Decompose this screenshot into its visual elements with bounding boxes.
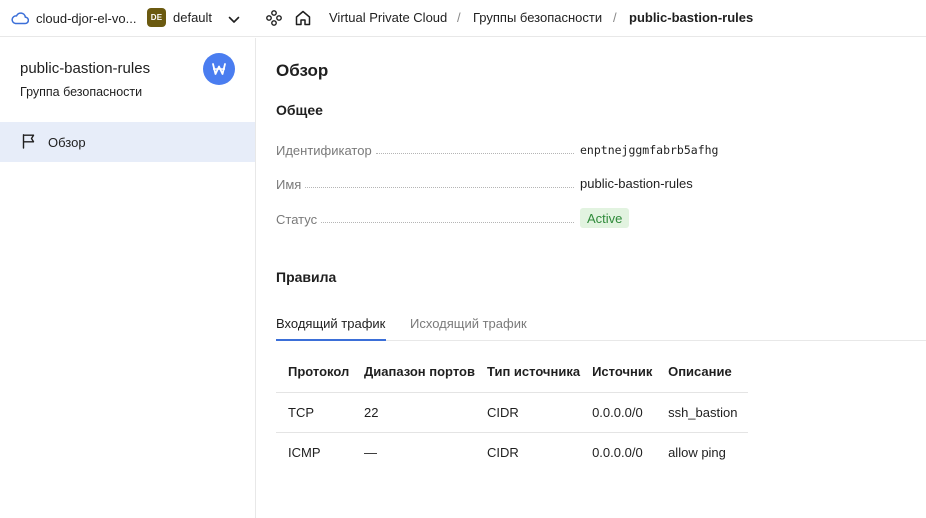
dotted-leader xyxy=(305,187,574,188)
breadcrumb-separator: / xyxy=(613,10,617,25)
property-row-name: Имя xyxy=(276,174,578,192)
sidebar-item-overview[interactable]: Обзор xyxy=(0,122,255,162)
active-tab-indicator xyxy=(276,339,386,341)
property-label: Идентификатор xyxy=(276,143,372,158)
property-row-id: Идентификатор xyxy=(276,140,578,158)
property-value-name: public-bastion-rules xyxy=(580,176,693,191)
sidebar-subtitle: Группа безопасности xyxy=(20,85,143,99)
page-title: Обзор xyxy=(276,61,329,80)
property-row-status: Статус xyxy=(276,209,578,227)
cell-description: allow ping xyxy=(668,444,726,460)
property-value-id: enptnejggmfabrb5afhg xyxy=(580,143,719,157)
table-row[interactable]: ICMP — CIDR 0.0.0.0/0 allow ping xyxy=(276,432,748,472)
folder-badge[interactable]: DE xyxy=(147,8,166,27)
column-header-source-type: Тип источника xyxy=(475,352,581,393)
flag-icon xyxy=(21,133,37,152)
home-icon[interactable] xyxy=(294,9,312,30)
breadcrumb-current: public-bastion-rules xyxy=(629,10,754,25)
tab-egress[interactable]: Исходящий трафик xyxy=(410,316,527,331)
cell-source: 0.0.0.0/0 xyxy=(580,392,657,433)
sidebar: public-bastion-rules Группа безопасности… xyxy=(0,38,256,518)
top-bar: cloud-djor-el-vo... DE default Virtual P… xyxy=(0,0,926,37)
sidebar-item-label: Обзор xyxy=(48,134,86,150)
cell-protocol: TCP xyxy=(276,392,352,433)
table-header-row: Протокол Диапазон портов Тип источника И… xyxy=(276,352,748,393)
main-content: Обзор Общее Идентификатор enptnejggmfabr… xyxy=(257,38,926,518)
dotted-leader xyxy=(375,153,574,154)
cloud-icon xyxy=(11,11,29,25)
cell-source: 0.0.0.0/0 xyxy=(592,444,643,460)
column-header-source: Источник xyxy=(580,352,657,393)
rules-table: Протокол Диапазон портов Тип источника И… xyxy=(276,352,748,472)
column-header-port-range: Диапазон портов xyxy=(352,352,475,393)
column-header-protocol: Протокол xyxy=(276,352,352,393)
tab-ingress[interactable]: Входящий трафик xyxy=(276,316,385,331)
property-label: Статус xyxy=(276,212,318,227)
table-row[interactable]: TCP 22 CIDR 0.0.0.0/0 ssh_bastion xyxy=(276,392,748,433)
security-group-icon xyxy=(203,53,235,85)
dotted-leader xyxy=(321,222,574,223)
property-label: Имя xyxy=(276,177,302,192)
cell-source-type: CIDR xyxy=(475,392,581,433)
breadcrumb-vpc[interactable]: Virtual Private Cloud xyxy=(329,10,447,25)
section-title-rules: Правила xyxy=(276,269,337,285)
sidebar-title: public-bastion-rules xyxy=(20,60,151,77)
cell-port-range: — xyxy=(364,444,377,460)
section-title-general: Общее xyxy=(276,102,323,118)
breadcrumb-security-groups[interactable]: Группы безопасности xyxy=(473,10,602,25)
rules-tabs: Входящий трафик Исходящий трафик xyxy=(276,307,926,341)
status-badge: Active xyxy=(580,208,630,228)
cell-description: ssh_bastion xyxy=(656,392,748,433)
folder-name[interactable]: default xyxy=(173,10,212,25)
services-icon[interactable] xyxy=(265,9,283,30)
cloud-name: cloud-djor-el-vo... xyxy=(36,10,137,26)
chevron-down-icon[interactable] xyxy=(228,12,240,27)
cell-protocol: ICMP xyxy=(288,444,321,460)
cell-port-range: 22 xyxy=(352,392,475,433)
breadcrumb-separator: / xyxy=(457,10,461,25)
cloud-switcher[interactable]: cloud-djor-el-vo... xyxy=(11,9,136,27)
cell-source-type: CIDR xyxy=(487,444,519,460)
column-header-description: Описание xyxy=(656,352,748,393)
